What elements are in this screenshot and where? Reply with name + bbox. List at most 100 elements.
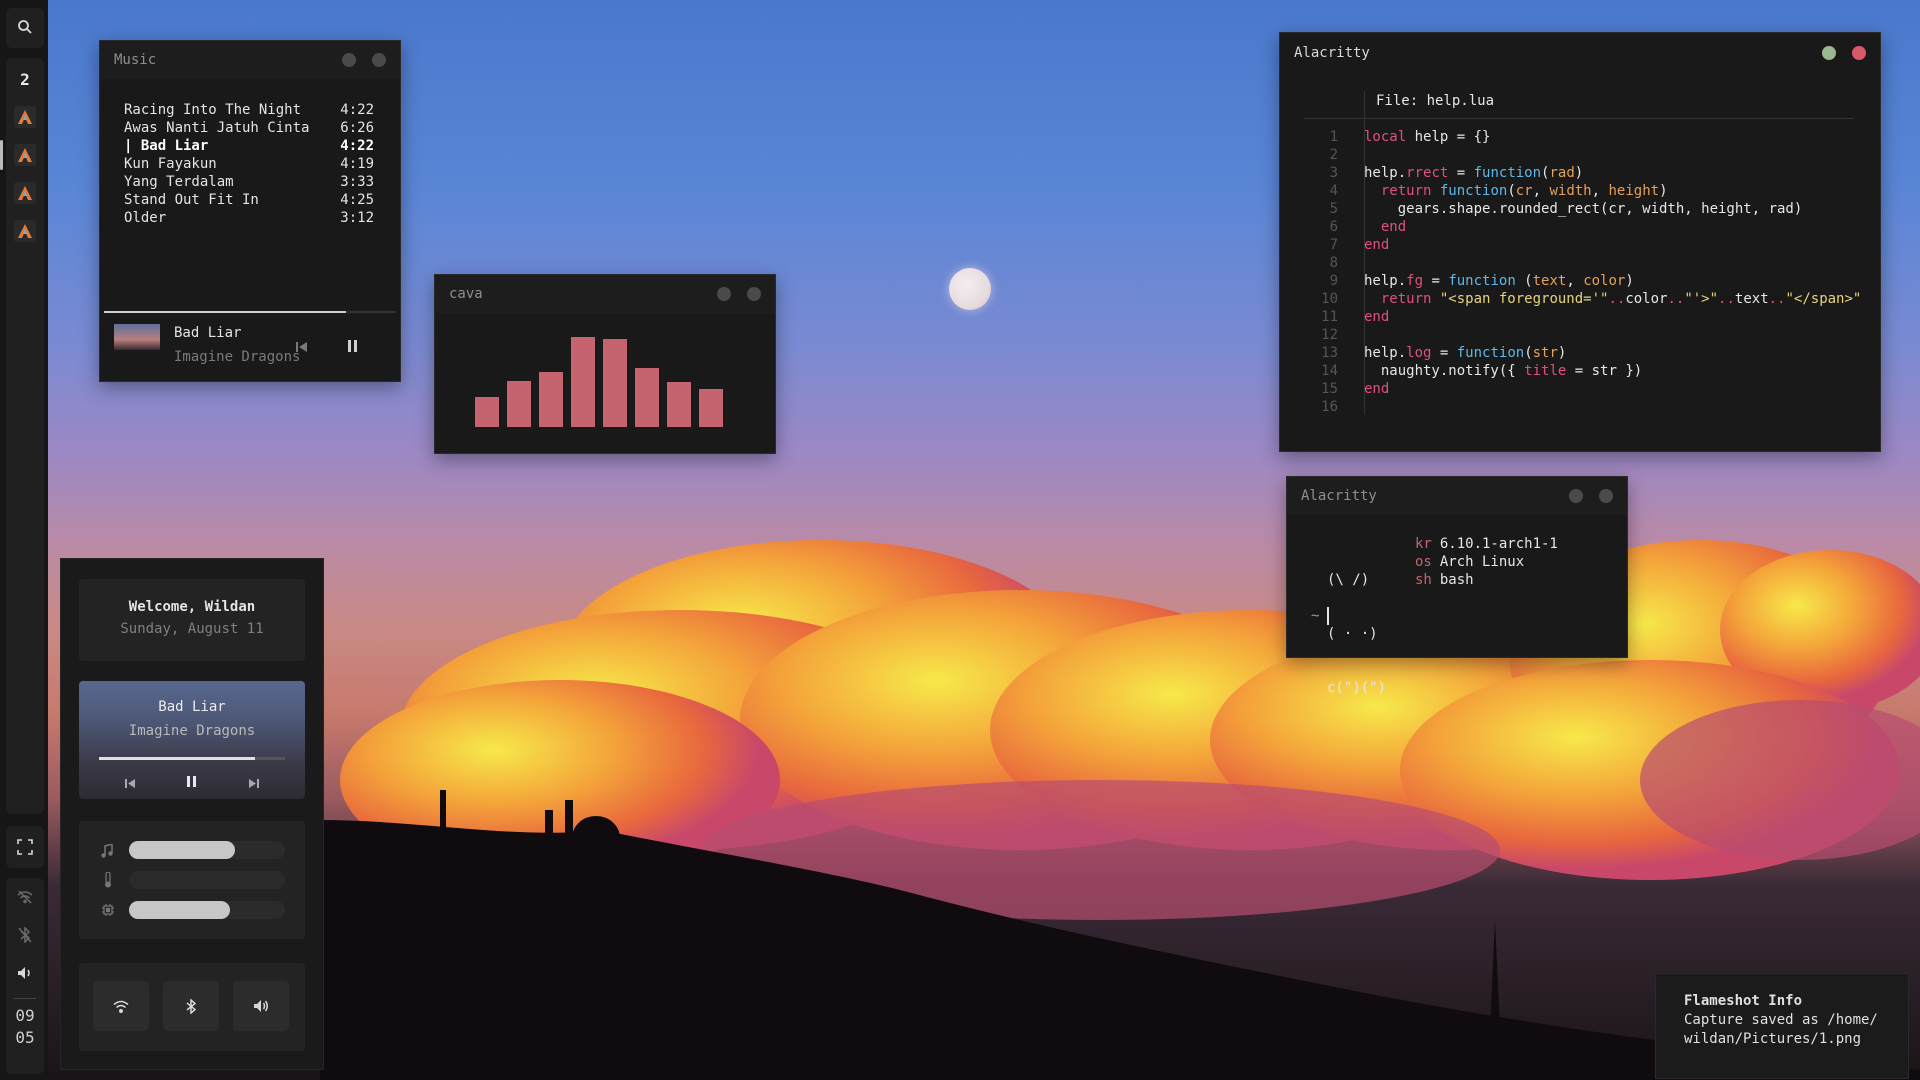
file-label: File: bbox=[1376, 93, 1427, 109]
welcome-text: Welcome, Wildan bbox=[128, 599, 256, 615]
line-number: 2 bbox=[1329, 147, 1338, 163]
playlist-item[interactable]: Racing Into The Night 4:22 bbox=[124, 101, 374, 119]
maximize-button[interactable] bbox=[342, 53, 356, 67]
code-area[interactable]: 1 local help = {} 2 3 help. rrect = function(… bbox=[1298, 128, 1868, 416]
fetch-terminal-window: Alacritty (\ /) ( · ·) c(")(") kr 6.10.1-… bbox=[1286, 476, 1628, 696]
playlist-item[interactable]: | Bad Liar 4:22 bbox=[124, 137, 374, 155]
code-token: text bbox=[1734, 291, 1769, 307]
code-line: 4 return function(cr, width, height) bbox=[1298, 182, 1868, 200]
clock-minute: 05 bbox=[15, 1028, 35, 1047]
media-progress-track[interactable] bbox=[99, 757, 285, 760]
left-bar: 2 09 05 bbox=[0, 0, 48, 1080]
code-token: = bbox=[1448, 165, 1474, 181]
code-token: end bbox=[1364, 309, 1390, 325]
code-token: text bbox=[1532, 273, 1567, 289]
code-line: 1 local help = {} bbox=[1298, 128, 1868, 146]
line-number: 16 bbox=[1321, 399, 1338, 415]
line-number: 3 bbox=[1329, 165, 1338, 181]
prev-track-button[interactable] bbox=[296, 337, 308, 356]
task-alacritty-1[interactable] bbox=[6, 98, 44, 136]
media-next-button[interactable] bbox=[249, 773, 259, 792]
volume-slider[interactable] bbox=[129, 841, 285, 859]
playlist-item[interactable]: Kun Fayakun 4:19 bbox=[124, 155, 374, 173]
code-token: help. bbox=[1364, 165, 1407, 181]
shell-prompt[interactable]: ~ bbox=[1311, 607, 1330, 625]
code-token: ) bbox=[1574, 165, 1584, 181]
code-token: function bbox=[1448, 273, 1516, 289]
cpu-icon bbox=[101, 902, 115, 921]
maximize-button[interactable] bbox=[1569, 489, 1583, 503]
info-row: os Arch Linux bbox=[1415, 553, 1558, 571]
playlist-item[interactable]: Older 3:12 bbox=[124, 209, 374, 227]
file-header: File: help.lua bbox=[1376, 93, 1494, 109]
prompt-symbol: ~ bbox=[1311, 608, 1320, 624]
close-button[interactable] bbox=[372, 53, 386, 67]
playlist-item[interactable]: Stand Out Fit In 4:25 bbox=[124, 191, 374, 209]
volume-icon[interactable] bbox=[6, 954, 44, 992]
cava-bar bbox=[603, 339, 627, 427]
code-token: local bbox=[1364, 129, 1407, 145]
code-token: end bbox=[1364, 381, 1390, 397]
pause-icon bbox=[187, 776, 196, 787]
skip-previous-icon bbox=[125, 779, 135, 788]
maximize-button[interactable] bbox=[1822, 46, 1836, 60]
close-button[interactable] bbox=[1599, 489, 1613, 503]
track-duration: 4:22 bbox=[340, 102, 374, 118]
temperature-slider[interactable] bbox=[129, 871, 285, 889]
alacritty-icon bbox=[14, 220, 36, 242]
pause-button[interactable] bbox=[348, 337, 358, 356]
cpu-slider[interactable] bbox=[129, 901, 285, 919]
code-token: function bbox=[1439, 183, 1508, 199]
info-key: sh bbox=[1415, 572, 1432, 588]
line-number: 11 bbox=[1321, 309, 1338, 325]
media-prev-button[interactable] bbox=[125, 773, 135, 792]
slider-fill bbox=[129, 901, 231, 919]
notification-title: Flameshot Info bbox=[1684, 993, 1803, 1009]
wifi-off-icon[interactable] bbox=[6, 878, 44, 916]
line-number: 10 bbox=[1321, 291, 1338, 307]
notification-popup[interactable]: Flameshot Info Capture saved as /home/ w… bbox=[1655, 973, 1909, 1079]
track-name: Yang Terdalam bbox=[124, 174, 234, 190]
playlist-item[interactable]: Awas Nanti Jatuh Cinta 6:26 bbox=[124, 119, 374, 137]
task-alacritty-4[interactable] bbox=[6, 212, 44, 250]
bluetooth-toggle[interactable] bbox=[163, 981, 219, 1031]
fullscreen-icon[interactable] bbox=[6, 826, 44, 868]
notification-body: Capture saved as /home/ wildan/Pictures/… bbox=[1684, 1012, 1878, 1047]
maximize-button[interactable] bbox=[717, 287, 731, 301]
task-alacritty-2[interactable] bbox=[0, 136, 44, 174]
close-button[interactable] bbox=[747, 287, 761, 301]
close-button[interactable] bbox=[1852, 46, 1866, 60]
volume-toggle[interactable] bbox=[233, 981, 289, 1031]
playlist-item[interactable]: Yang Terdalam 3:33 bbox=[124, 173, 374, 191]
code-token: ) bbox=[1659, 183, 1668, 199]
track-name: Kun Fayakun bbox=[124, 156, 217, 172]
code-token: , bbox=[1532, 183, 1550, 199]
music-progress-fill bbox=[104, 311, 347, 313]
info-row: kr 6.10.1-arch1-1 bbox=[1415, 535, 1558, 553]
task-alacritty-3[interactable] bbox=[6, 174, 44, 212]
search-icon[interactable] bbox=[6, 8, 44, 46]
pause-icon bbox=[348, 340, 357, 352]
code-token: end bbox=[1380, 219, 1407, 235]
alacritty-icon bbox=[14, 144, 36, 166]
code-token: "<span foreground='" bbox=[1439, 291, 1609, 307]
line-number: 5 bbox=[1329, 201, 1338, 217]
bluetooth-off-icon[interactable] bbox=[6, 916, 44, 954]
skip-next-icon bbox=[249, 779, 259, 788]
cava-bar bbox=[539, 372, 563, 427]
wifi-toggle[interactable] bbox=[93, 981, 149, 1031]
track-duration: 6:26 bbox=[340, 120, 374, 136]
welcome-card: Welcome, Wildan Sunday, August 11 bbox=[79, 579, 305, 661]
code-line: 7 end bbox=[1298, 236, 1868, 254]
music-progress-track[interactable] bbox=[104, 311, 396, 313]
system-info: kr 6.10.1-arch1-1 os Arch Linux sh bash bbox=[1415, 535, 1558, 589]
code-token: "</span>" bbox=[1785, 291, 1862, 307]
workspace-indicator[interactable]: 2 bbox=[6, 60, 44, 98]
code-line: 10 return "<span foreground='".. color.. "… bbox=[1298, 290, 1868, 308]
line-number: 1 bbox=[1329, 129, 1338, 145]
code-line: 6 end bbox=[1298, 218, 1868, 236]
media-pause-button[interactable] bbox=[187, 772, 197, 791]
workspace-group: 2 bbox=[0, 58, 44, 814]
